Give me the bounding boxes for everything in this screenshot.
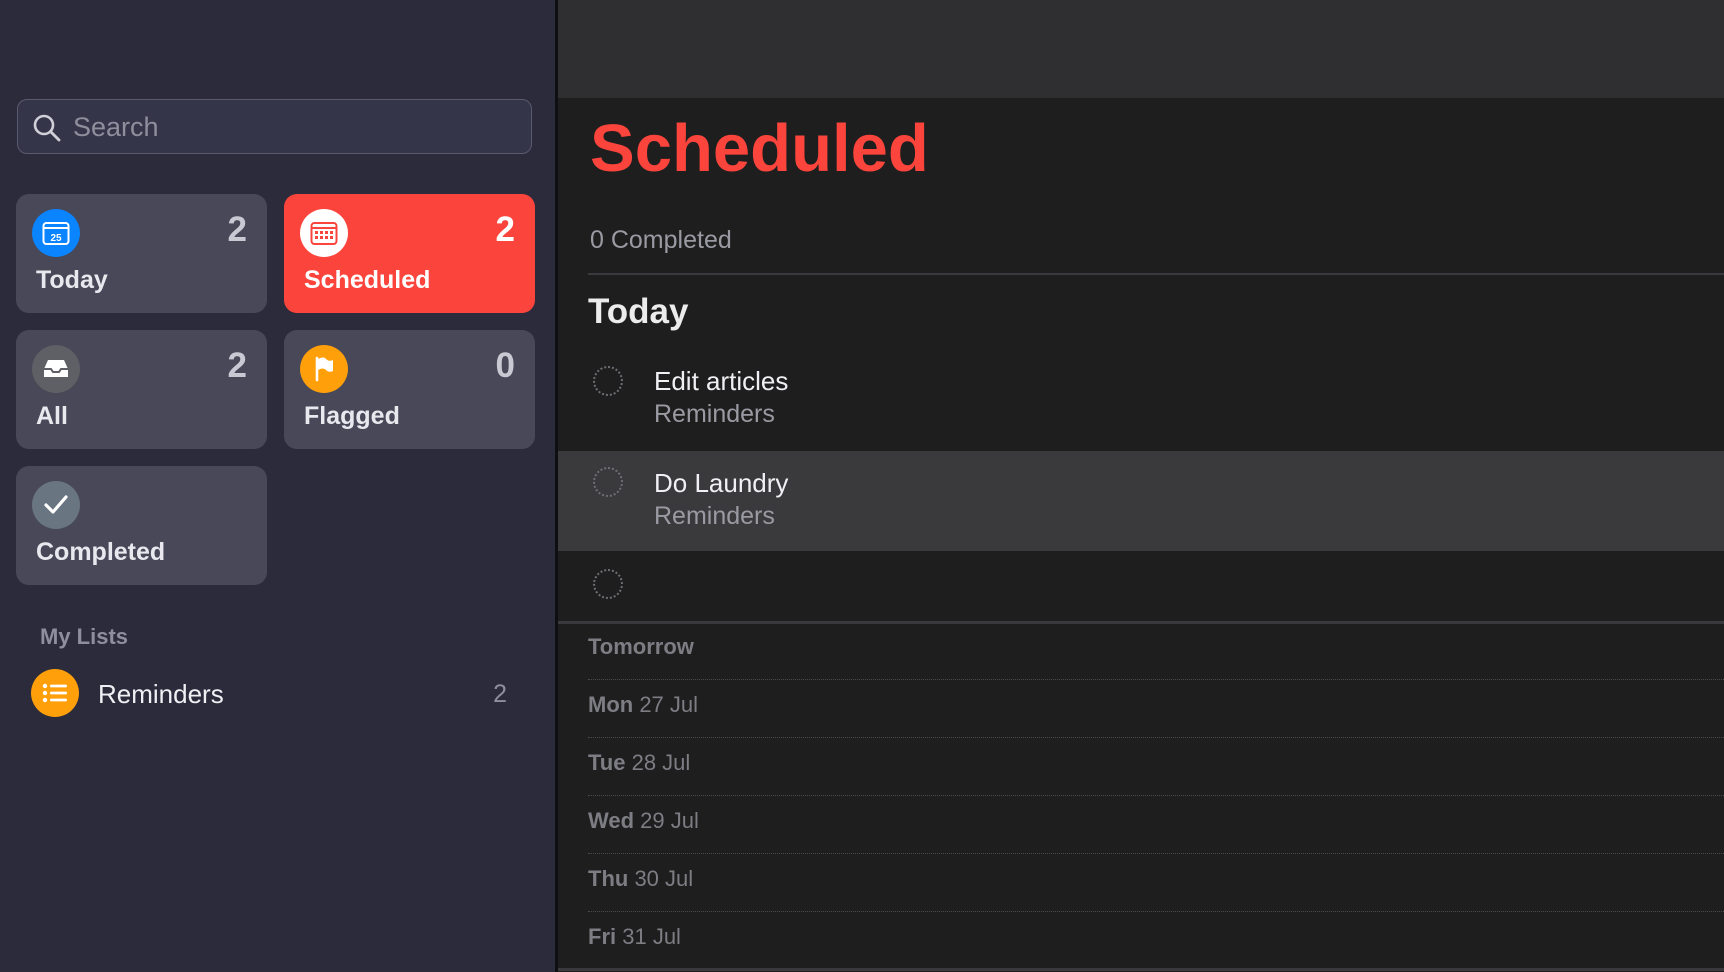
svg-text:25: 25 [50,233,62,244]
date-label: Tue 28 Jul [588,750,691,775]
date-row-tomorrow[interactable]: Tomorrow [588,622,1724,680]
date-label: Tomorrow [588,634,694,659]
date-label: Mon 27 Jul [588,692,699,717]
smart-list-completed[interactable]: Completed [16,466,267,585]
date-row[interactable]: Mon 27 Jul [588,680,1724,738]
complete-checkbox[interactable] [593,569,623,599]
task-title[interactable]: Edit articles [654,366,788,397]
my-lists-heading: My Lists [40,624,129,649]
tray-icon [32,345,80,393]
list-item-reminders[interactable]: Reminders 2 [31,669,521,721]
task-row[interactable]: Edit articles Reminders [558,350,1724,450]
date-row[interactable]: Thu 30 Jul [588,854,1724,912]
divider [588,273,1724,275]
flagged-label: Flagged [304,402,400,430]
smart-list-all[interactable]: 2 All [16,330,267,449]
search-field[interactable]: Search [17,99,532,154]
date-label: Thu 30 Jul [588,866,694,891]
today-label: Today [36,266,108,294]
all-count: 2 [227,346,247,385]
task-list-name: Reminders [654,400,775,428]
completed-count[interactable]: 0 Completed [590,226,732,255]
smart-list-scheduled[interactable]: 2 Scheduled [284,194,535,313]
all-label: All [36,402,68,430]
list-icon [31,669,79,717]
new-task-row[interactable] [558,553,1724,621]
date-label: Fri 31 Jul [588,924,681,949]
date-label: Wed 29 Jul [588,808,699,833]
search-icon [33,114,61,142]
date-row[interactable]: Wed 29 Jul [588,796,1724,854]
main-panel: Scheduled 0 Completed Today Edit article… [558,0,1724,972]
calendar-today-icon: 25 [32,209,80,257]
date-row[interactable]: Tue 28 Jul [588,738,1724,796]
list-count: 2 [493,680,507,708]
section-divider [558,968,1724,971]
smart-list-flagged[interactable]: 0 Flagged [284,330,535,449]
section-heading-today: Today [588,292,689,331]
today-count: 2 [227,210,247,249]
toolbar [558,0,1724,98]
complete-checkbox[interactable] [593,467,623,497]
search-placeholder: Search [73,112,159,142]
completed-label: Completed [36,538,166,566]
task-list-name: Reminders [654,502,775,530]
page-title: Scheduled [590,111,929,186]
scheduled-label: Scheduled [304,266,431,294]
task-row[interactable]: Do Laundry Reminders [558,451,1724,551]
list-name: Reminders [98,679,224,709]
task-title[interactable]: Do Laundry [654,468,788,499]
checkmark-icon [32,481,80,529]
flagged-count: 0 [495,346,515,385]
flag-icon [300,345,348,393]
sidebar: Search 25 2 Today 2 Scheduled 2 All 0 Fl… [0,0,555,972]
complete-checkbox[interactable] [593,366,623,396]
calendar-icon [300,209,348,257]
scheduled-count: 2 [495,210,515,249]
smart-list-today[interactable]: 25 2 Today [16,194,267,313]
date-row[interactable]: Fri 31 Jul [588,912,1724,970]
